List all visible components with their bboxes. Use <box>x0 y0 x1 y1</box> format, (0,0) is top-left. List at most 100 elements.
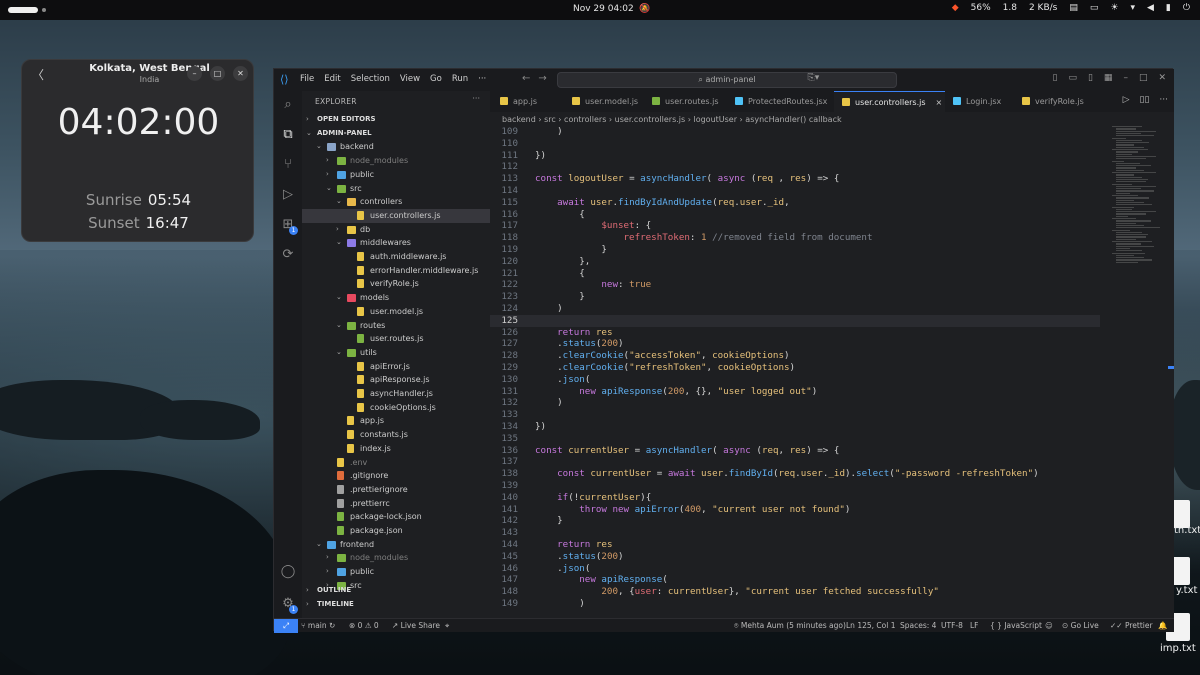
window-maximize-button[interactable]: □ <box>1139 73 1148 83</box>
code-line[interactable]: 111}) <box>490 150 1100 162</box>
remote-explorer-icon[interactable]: ⟳ <box>280 247 296 263</box>
tree-folder[interactable]: › public <box>302 168 490 182</box>
code-line[interactable]: 142 } <box>490 515 1100 527</box>
menu-selection[interactable]: Selection <box>351 74 390 84</box>
tree-file[interactable]: package.json <box>302 524 490 538</box>
code-line[interactable]: 119 } <box>490 244 1100 256</box>
tree-folder[interactable]: ⌄ middlewares <box>302 236 490 250</box>
tree-folder[interactable]: ⌄ src <box>302 182 490 196</box>
code-line[interactable]: 122 new: true <box>490 279 1100 291</box>
code-line[interactable]: 131 new apiResponse(200, {}, "user logge… <box>490 386 1100 398</box>
remote-indicator-icon[interactable]: ⤢ <box>274 619 298 633</box>
tree-folder[interactable]: ⌄ utils <box>302 346 490 360</box>
tree-file[interactable]: verifyRole.js <box>302 277 490 291</box>
editor-tab[interactable]: user.controllers.js × <box>834 91 945 112</box>
editor-tab[interactable]: Login.jsx <box>945 91 1014 112</box>
code-line[interactable]: 116 { <box>490 209 1100 221</box>
cursor-position[interactable]: Ln 125, Col 1 <box>846 621 895 630</box>
desktop-file-label[interactable]: imp.txt <box>1160 643 1196 654</box>
go-live-button[interactable]: ⊙ Go Live <box>1062 621 1099 630</box>
top-bar-clock[interactable]: Nov 29 04:02 🔕 <box>573 4 651 14</box>
menu-run[interactable]: Run <box>452 74 468 84</box>
search-icon[interactable]: ⌕ <box>280 97 296 113</box>
code-line[interactable]: 139 <box>490 480 1100 492</box>
code-line[interactable]: 137 <box>490 456 1100 468</box>
editor-tab[interactable]: user.routes.js <box>644 91 727 112</box>
tree-file[interactable]: constants.js <box>302 428 490 442</box>
close-button[interactable]: ✕ <box>233 66 248 81</box>
code-line[interactable]: 138 const currentUser = await user.findB… <box>490 468 1100 480</box>
brightness-icon[interactable]: ☀ <box>1110 3 1118 13</box>
close-tab-icon[interactable]: × <box>936 98 943 107</box>
tree-file[interactable]: .prettierrc <box>302 497 490 511</box>
prettier-status[interactable]: ✓✓ Prettier <box>1110 621 1153 630</box>
code-line[interactable]: 148 200, {user: currentUser}, "current u… <box>490 586 1100 598</box>
scrollbar-position-marker[interactable] <box>1168 366 1174 369</box>
code-line[interactable]: 125 <box>490 314 1100 327</box>
tree-file[interactable]: user.controllers.js <box>302 208 490 223</box>
window-close-button[interactable]: ✕ <box>1158 73 1166 83</box>
tree-file[interactable]: .gitignore <box>302 469 490 483</box>
volume-icon[interactable]: ◀ <box>1147 3 1154 13</box>
code-line[interactable]: 120 }, <box>490 256 1100 268</box>
copilot-icon[interactable]: ⎘▾ <box>808 73 820 83</box>
minimize-button[interactable]: – <box>187 66 202 81</box>
code-line[interactable]: 144 return res <box>490 539 1100 551</box>
display-icon[interactable]: ▭ <box>1090 3 1099 13</box>
code-line[interactable]: 123 } <box>490 291 1100 303</box>
tree-file[interactable]: errorHandler.middleware.js <box>302 264 490 278</box>
more-actions-icon[interactable]: ··· <box>1159 95 1168 105</box>
code-line[interactable]: 127 .status(200) <box>490 338 1100 350</box>
code-line[interactable]: 128 .clearCookie("accessToken", cookieOp… <box>490 350 1100 362</box>
code-line[interactable]: 112 <box>490 161 1100 173</box>
explorer-section[interactable]: › OPEN EDITORS <box>302 113 490 127</box>
tree-folder[interactable]: ⌄ routes <box>302 319 490 333</box>
desktop-file-label[interactable]: y.txt <box>1176 585 1197 596</box>
editor-tab[interactable]: app.js <box>492 91 564 112</box>
code-line[interactable]: 135 <box>490 433 1100 445</box>
tree-file[interactable]: .env <box>302 456 490 470</box>
breadcrumb[interactable]: backend › src › controllers › user.contr… <box>502 115 842 124</box>
tree-file[interactable]: app.js <box>302 414 490 428</box>
editor-tab[interactable]: verifyRole.js <box>1014 91 1084 112</box>
power-icon[interactable]: ⏻ <box>1183 3 1190 13</box>
code-line[interactable]: 133 <box>490 409 1100 421</box>
code-line[interactable]: 121 { <box>490 268 1100 280</box>
code-line[interactable]: 113 const logoutUser = asyncHandler( asyn… <box>490 173 1100 185</box>
workspace-indicator[interactable] <box>8 7 38 13</box>
brave-icon[interactable]: ◆ <box>952 3 959 13</box>
code-line[interactable]: 136 const currentUser = asyncHandler( asy… <box>490 445 1100 457</box>
tree-file[interactable]: asyncHandler.js <box>302 387 490 401</box>
tree-folder[interactable]: › node_modules <box>302 551 490 565</box>
tree-file[interactable]: cookieOptions.js <box>302 401 490 415</box>
branch-status[interactable]: ⑂ main ↻ <box>301 621 335 630</box>
menu-edit[interactable]: Edit <box>324 74 340 84</box>
command-center-search[interactable]: ⌕ admin-panel <box>557 72 897 88</box>
code-line[interactable]: 149 ) <box>490 598 1100 610</box>
menu-more[interactable]: ··· <box>478 74 486 84</box>
code-line[interactable]: 115 await user.findByIdAndUpdate(req.use… <box>490 197 1100 209</box>
wifi-icon[interactable]: ▾ <box>1130 3 1135 13</box>
workspace-dot[interactable] <box>42 8 46 12</box>
explorer-section[interactable]: › TIMELINE <box>302 598 490 612</box>
tree-file[interactable]: apiError.js <box>302 360 490 374</box>
battery-icon[interactable]: ▮ <box>1166 3 1171 13</box>
code-line[interactable]: 126 return res <box>490 327 1100 339</box>
tree-folder[interactable]: ⌄ controllers <box>302 195 490 209</box>
code-line[interactable]: 110 <box>490 138 1100 150</box>
eol-status[interactable]: LF <box>970 621 979 630</box>
explorer-section[interactable]: ⌄ ADMIN-PANEL <box>302 127 490 141</box>
code-line[interactable]: 132 ) <box>490 397 1100 409</box>
editor-tab[interactable]: ProtectedRoutes.jsx <box>727 91 834 112</box>
tree-folder[interactable]: ⌄ backend <box>302 140 490 154</box>
git-blame-status[interactable]: ⌾ Mehta Aum (5 minutes ago) <box>734 621 846 631</box>
clipboard-icon[interactable]: ▤ <box>1069 3 1078 13</box>
code-line[interactable]: 140 if(!currentUser){ <box>490 492 1100 504</box>
desktop-file-label[interactable]: th.txt <box>1174 525 1200 536</box>
explorer-more-icon[interactable]: ··· <box>472 94 480 103</box>
layout-panel-icon[interactable]: ▭ <box>1068 73 1077 83</box>
tree-file[interactable]: .prettierignore <box>302 483 490 497</box>
extensions-icon[interactable]: ⊞ 1 <box>280 217 298 235</box>
account-icon[interactable]: ◯ <box>280 564 296 580</box>
language-mode[interactable]: { } JavaScript <box>990 621 1042 630</box>
